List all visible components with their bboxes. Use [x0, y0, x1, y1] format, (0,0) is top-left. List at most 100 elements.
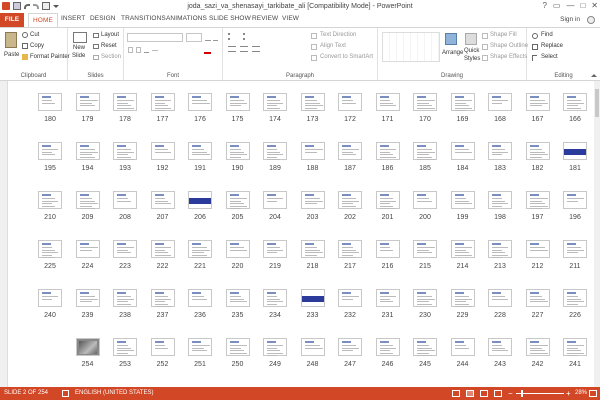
- minimize-icon[interactable]: —: [566, 1, 574, 10]
- cut-button[interactable]: Cut: [30, 32, 39, 38]
- slide-thumbnail[interactable]: [38, 191, 62, 209]
- zoom-level[interactable]: 28%: [575, 390, 587, 396]
- slide-thumbnail[interactable]: [38, 289, 62, 307]
- zoom-slider[interactable]: [516, 393, 564, 394]
- slide-thumbnail[interactable]: [150, 93, 175, 111]
- zoom-out-icon[interactable]: −: [508, 389, 513, 398]
- slide-thumbnail[interactable]: [38, 240, 62, 258]
- slide-thumbnail[interactable]: [113, 142, 137, 160]
- ribbon-display-options-icon[interactable]: ▭: [553, 1, 561, 10]
- layout-button[interactable]: Layout: [101, 32, 119, 38]
- font-name-combo[interactable]: [127, 33, 183, 42]
- slide-thumbnail[interactable]: [525, 338, 550, 356]
- slide-thumbnail[interactable]: [488, 93, 512, 111]
- slide-thumbnail[interactable]: [150, 191, 175, 209]
- slide-thumbnail[interactable]: [375, 289, 400, 307]
- align-text-button[interactable]: Align Text: [320, 43, 346, 49]
- slide-thumbnail[interactable]: [113, 289, 137, 307]
- tab-slide-show[interactable]: SLIDE SHOW: [209, 15, 251, 22]
- slide-thumbnail[interactable]: [450, 338, 475, 356]
- slide-thumbnail[interactable]: [563, 240, 587, 258]
- slide-thumbnail[interactable]: [188, 142, 212, 160]
- slide-thumbnail[interactable]: [413, 338, 437, 356]
- text-direction-button[interactable]: Text Direction: [320, 32, 356, 38]
- slide-thumbnail[interactable]: [38, 93, 62, 111]
- slide-thumbnail[interactable]: [113, 338, 137, 356]
- strikethrough-icon[interactable]: [152, 50, 158, 51]
- slide-thumbnail[interactable]: [75, 93, 100, 111]
- slide-thumbnail[interactable]: [563, 338, 587, 356]
- select-button[interactable]: Select: [541, 54, 558, 60]
- slide-thumbnail[interactable]: [375, 240, 400, 258]
- slide-thumbnail[interactable]: [563, 142, 587, 160]
- spelling-check-icon[interactable]: [62, 390, 69, 397]
- reading-view-icon[interactable]: [480, 390, 488, 397]
- slide-thumbnail[interactable]: [150, 142, 175, 160]
- shapes-gallery[interactable]: [382, 32, 440, 62]
- new-slide-icon[interactable]: [73, 32, 87, 43]
- language-indicator[interactable]: ENGLISH (UNITED STATES): [75, 390, 153, 396]
- arrange-button[interactable]: Arrange: [442, 50, 463, 56]
- slide-thumbnail[interactable]: [450, 191, 475, 209]
- tab-design[interactable]: DESIGN: [90, 15, 116, 22]
- slide-thumbnail[interactable]: [225, 240, 250, 258]
- slide-thumbnail[interactable]: [300, 289, 325, 307]
- tab-view[interactable]: VIEW: [282, 15, 299, 22]
- slide-thumbnail[interactable]: [263, 240, 287, 258]
- quick-styles-label-2[interactable]: Styles: [464, 56, 480, 62]
- slide-thumbnail[interactable]: [225, 142, 250, 160]
- bold-icon[interactable]: [128, 47, 133, 53]
- slide-thumbnail[interactable]: [225, 338, 250, 356]
- slide-thumbnail[interactable]: [488, 338, 512, 356]
- slide-thumbnail[interactable]: [188, 338, 212, 356]
- tab-transitions[interactable]: TRANSITIONS: [121, 15, 166, 22]
- quick-styles-icon[interactable]: [465, 33, 477, 45]
- grow-font-icon[interactable]: [205, 34, 211, 41]
- italic-icon[interactable]: [136, 47, 141, 53]
- slide-thumbnail[interactable]: [413, 142, 437, 160]
- align-right-icon[interactable]: [252, 46, 260, 52]
- slide-thumbnail[interactable]: [338, 191, 362, 209]
- slide-thumbnail[interactable]: [375, 142, 400, 160]
- slide-thumbnail[interactable]: [150, 289, 175, 307]
- slide-thumbnail[interactable]: [375, 191, 400, 209]
- slide-thumbnail[interactable]: [450, 142, 475, 160]
- new-slide-label-2[interactable]: Slide: [72, 53, 85, 59]
- slide-thumbnail[interactable]: [525, 142, 550, 160]
- user-avatar-icon[interactable]: [587, 16, 595, 24]
- slide-thumbnail[interactable]: [188, 93, 212, 111]
- slide-thumbnail[interactable]: [263, 93, 287, 111]
- slide-thumbnail[interactable]: [225, 191, 250, 209]
- slide-thumbnail[interactable]: [300, 240, 325, 258]
- slide-thumbnail[interactable]: [450, 93, 475, 111]
- arrange-icon[interactable]: [445, 33, 457, 45]
- collapse-ribbon-icon[interactable]: [591, 74, 597, 77]
- format-painter-button[interactable]: Format Painter: [30, 54, 70, 60]
- shape-effects-button[interactable]: Shape Effects: [490, 54, 527, 60]
- slide-thumbnail[interactable]: [450, 289, 475, 307]
- slide-thumbnail[interactable]: [75, 289, 100, 307]
- slide-thumbnail[interactable]: [300, 142, 325, 160]
- slide-thumbnail[interactable]: [563, 191, 587, 209]
- slide-thumbnail[interactable]: [150, 240, 175, 258]
- find-button[interactable]: Find: [541, 32, 553, 38]
- fit-to-window-icon[interactable]: [589, 390, 597, 397]
- slideshow-view-icon[interactable]: [494, 390, 502, 397]
- tab-file[interactable]: FILE: [0, 13, 24, 27]
- slide-thumbnail[interactable]: [413, 191, 437, 209]
- slide-thumbnail[interactable]: [563, 93, 587, 111]
- maximize-icon[interactable]: □: [580, 1, 585, 10]
- copy-button[interactable]: Copy: [30, 43, 44, 49]
- zoom-slider-thumb[interactable]: [521, 390, 523, 397]
- slide-thumbnail[interactable]: [525, 289, 550, 307]
- scrollbar-thumb[interactable]: [595, 89, 599, 117]
- tab-home[interactable]: HOME: [28, 13, 58, 27]
- normal-view-icon[interactable]: [452, 390, 460, 397]
- slide-thumbnail[interactable]: [75, 142, 100, 160]
- slide-thumbnail[interactable]: [338, 240, 362, 258]
- slide-thumbnail[interactable]: [488, 240, 512, 258]
- slide-sorter-view-icon[interactable]: [466, 390, 474, 397]
- slide-thumbnail[interactable]: [563, 289, 587, 307]
- shrink-font-icon[interactable]: [213, 35, 218, 41]
- slide-thumbnail[interactable]: [450, 240, 475, 258]
